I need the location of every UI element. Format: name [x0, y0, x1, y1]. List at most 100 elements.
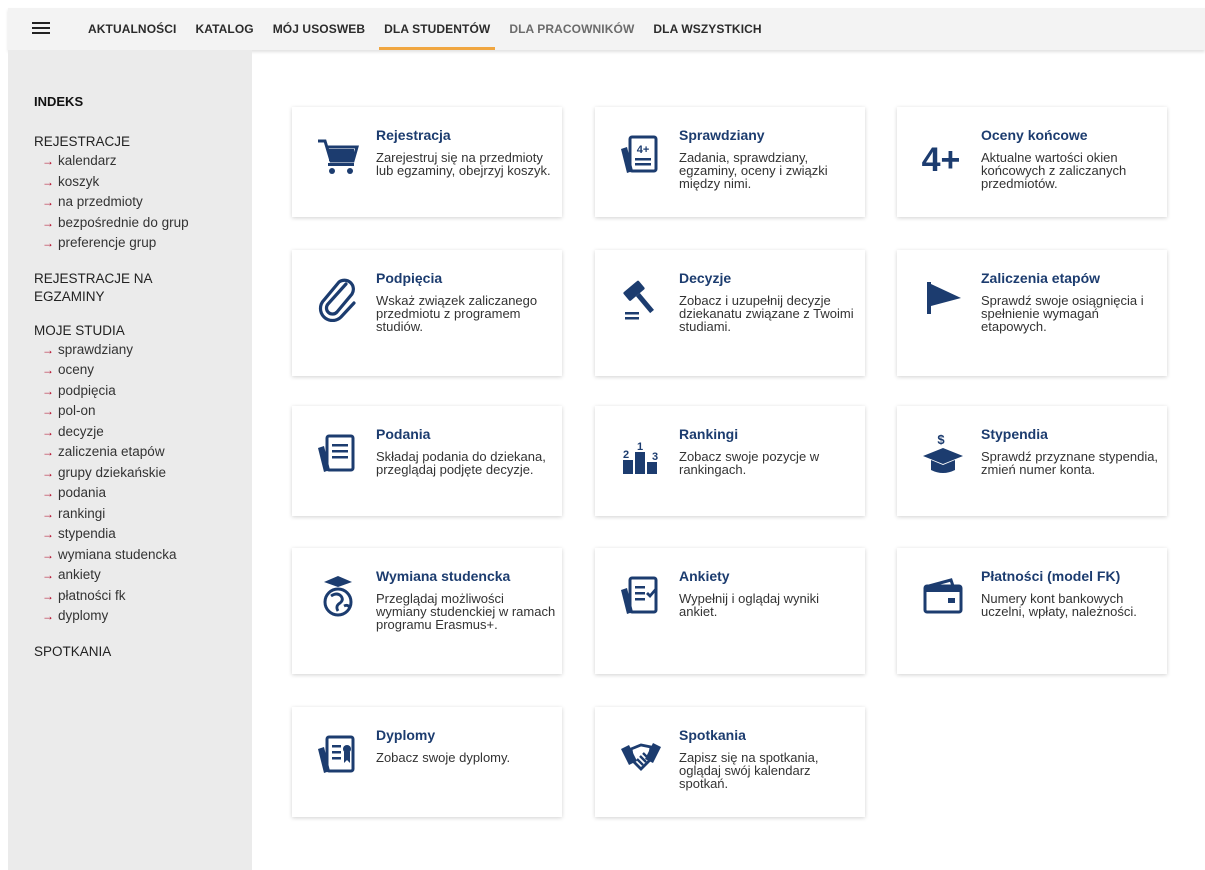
tile-title[interactable]: Dyplomy [376, 727, 435, 743]
sidebar-link-label: podania [58, 485, 107, 500]
nav-moj-usosweb[interactable]: MÓJ USOSWEB [273, 8, 365, 50]
arrow-right-icon: → [42, 424, 54, 439]
arrow-right-icon: → [42, 465, 54, 480]
tile-card[interactable]: Ankiety Wypełnij i oglądaj wyniki ankiet. [595, 548, 865, 674]
tile-title[interactable]: Rankingi [679, 426, 738, 442]
tile-card[interactable]: Płatności (model FK) Numery kont bankowyc… [897, 548, 1167, 674]
sidebar-link[interactable]: → stypendia [34, 524, 252, 545]
wallet-icon [921, 572, 965, 620]
sidebar-link-label: pol-on [58, 403, 96, 418]
arrow-right-icon: → [42, 547, 54, 562]
tile-card[interactable]: $ Stypendia Sprawdź przyznane stypendia, z… [897, 406, 1167, 516]
sidebar-section-link[interactable]: MOJE STUDIA [34, 322, 252, 340]
tile-title[interactable]: Podania [376, 426, 430, 442]
arrow-right-icon: → [42, 568, 54, 582]
tile-card[interactable]: Rejestracja Zarejestruj się na przedmioty… [292, 107, 562, 217]
sidebar-link[interactable]: → na przedmioty [34, 192, 252, 213]
tile-description: Wskaż związek zaliczanego przedmiotu z p… [376, 293, 538, 334]
tile-card[interactable]: Spotkania Zapisz się na spotkania, ogląda… [595, 707, 865, 817]
sidebar-link[interactable]: → preferencje grup [34, 233, 252, 254]
hamburger-menu-icon[interactable] [32, 20, 52, 36]
grade-icon: 4+ [921, 131, 965, 179]
sidebar-link-label: stypendia [58, 526, 116, 541]
sidebar-section-link[interactable]: REJESTRACJE [34, 133, 252, 151]
sidebar-link[interactable]: → bezpośrednie do grup [34, 213, 252, 234]
sidebar-link[interactable]: → koszyk [34, 172, 252, 193]
tile-description: Wypełnij i oglądaj wyniki ankiet. [679, 591, 820, 619]
tile-title[interactable]: Ankiety [679, 568, 730, 584]
sidebar-link-label: bezpośrednie do grup [58, 214, 189, 230]
arrow-right-icon: → [42, 236, 54, 250]
nav-dla-studentow[interactable]: DLA STUDENTÓW [379, 8, 496, 50]
sidebar-section-link[interactable]: REJESTRACJE NA EGZAMINY [34, 270, 184, 306]
paperclip-icon [316, 274, 360, 323]
tile-title[interactable]: Oceny końcowe [981, 127, 1088, 143]
graduation-cap-dollar-icon: $ [921, 430, 965, 478]
sidebar-heading[interactable]: INDEKS [34, 94, 252, 109]
arrow-right-icon: → [42, 174, 54, 189]
tile-card[interactable]: Podania Składaj podania do dziekana, prze… [292, 406, 562, 516]
sidebar-link[interactable]: → rankingi [34, 504, 252, 525]
tile-description: Przeglądaj możliwości wymiany studenckie… [376, 591, 556, 632]
sidebar-link[interactable]: → podpięcia [34, 381, 252, 402]
tile-card[interactable]: Dyplomy Zobacz swoje dyplomy. [292, 707, 562, 817]
svg-text:1: 1 [637, 441, 643, 453]
tile-description: Zobacz swoje pozycje w rankingach. [679, 449, 820, 477]
tile-title[interactable]: Zaliczenia etapów [981, 270, 1100, 286]
svg-text:3: 3 [652, 451, 658, 463]
nav-aktualnosci[interactable]: AKTUALNOŚCI [88, 8, 176, 50]
nav-dla-wszystkich[interactable]: DLA WSZYSTKICH [653, 8, 761, 50]
sidebar-group: REJESTRACJE NA EGZAMINY [34, 270, 252, 306]
sidebar-link[interactable]: → pol-on [34, 401, 252, 422]
tile-title[interactable]: Podpięcia [376, 270, 442, 286]
tile-description: Aktualne wartości okien końcowych z zali… [981, 150, 1127, 191]
sidebar-link[interactable]: → decyzje [34, 422, 252, 443]
tile-description: Zapisz się na spotkania, oglądaj swój ka… [679, 750, 819, 791]
sidebar-link[interactable]: → sprawdziany [34, 340, 252, 361]
tile-title[interactable]: Stypendia [981, 426, 1048, 442]
sidebar-link[interactable]: → podania [34, 483, 252, 504]
tile-description: Zobacz i uzupełnij decyzje dziekanatu zw… [679, 293, 854, 334]
tile-title[interactable]: Sprawdziany [679, 127, 765, 143]
sidebar-link[interactable]: → płatności fk [34, 586, 252, 607]
sidebar-link[interactable]: → oceny [34, 360, 252, 381]
handshake-icon [619, 731, 663, 779]
sidebar-group: REJESTRACJE → kalendarz → koszyk → na przedmio… [34, 133, 252, 254]
sidebar-link[interactable]: → zaliczenia etapów [34, 442, 252, 463]
tile-title[interactable]: Rejestracja [376, 127, 451, 143]
document-icon [316, 430, 360, 478]
arrow-right-icon: → [42, 486, 54, 500]
tile-card[interactable]: Zaliczenia etapów Sprawdź swoje osiągnięc… [897, 250, 1167, 376]
tile-title[interactable]: Płatności (model FK) [981, 568, 1120, 584]
globe-student-icon [316, 572, 360, 620]
sidebar-link[interactable]: → kalendarz [34, 151, 252, 172]
sidebar-link-label: kalendarz [58, 153, 117, 168]
tile-card[interactable]: Decyzje Zobacz i uzupełnij decyzje dzieka… [595, 250, 865, 376]
tile-card[interactable]: 4+ Sprawdziany Zadania, sprawdziany, egzam… [595, 107, 865, 217]
arrow-right-icon: → [42, 383, 54, 398]
sidebar-section-link[interactable]: SPOTKANIA [34, 643, 252, 661]
sidebar-link-label: rankingi [58, 505, 106, 521]
sidebar-link[interactable]: → ankiety [34, 565, 252, 586]
tile-description: Zarejestruj się na przedmioty lub egzami… [376, 150, 551, 178]
sidebar-link-label: dyplomy [58, 608, 109, 623]
nav-dla-pracownikow[interactable]: DLA PRACOWNIKÓW [509, 8, 634, 50]
sidebar-link[interactable]: → dyplomy [34, 606, 252, 627]
nav-katalog[interactable]: KATALOG [195, 8, 253, 50]
tile-title[interactable]: Decyzje [679, 270, 731, 286]
tile-title[interactable]: Spotkania [679, 727, 746, 743]
tile-card[interactable]: Wymiana studencka Przeglądaj możliwości w… [292, 548, 562, 674]
tile-card[interactable]: 4+ Oceny końcowe Aktualne wartości okien k… [897, 107, 1167, 217]
arrow-right-icon: → [42, 215, 54, 230]
sidebar-link-label: oceny [58, 362, 95, 377]
arrow-right-icon: → [42, 195, 54, 209]
sidebar-link[interactable]: → wymiana studencka [34, 545, 252, 566]
tile-card[interactable]: 2 1 3 Rankingi Zobacz swoje pozycje w rankin… [595, 406, 865, 516]
sidebar-link[interactable]: → grupy dziekańskie [34, 463, 252, 484]
svg-text:4+: 4+ [637, 144, 650, 156]
survey-icon [619, 572, 663, 620]
tile-description: Sprawdź swoje osiągnięcia i spełnienie w… [981, 293, 1144, 334]
tile-title[interactable]: Wymiana studencka [376, 568, 510, 584]
tile-card[interactable]: Podpięcia Wskaż związek zaliczanego przed… [292, 250, 562, 376]
arrow-right-icon: → [42, 527, 54, 541]
